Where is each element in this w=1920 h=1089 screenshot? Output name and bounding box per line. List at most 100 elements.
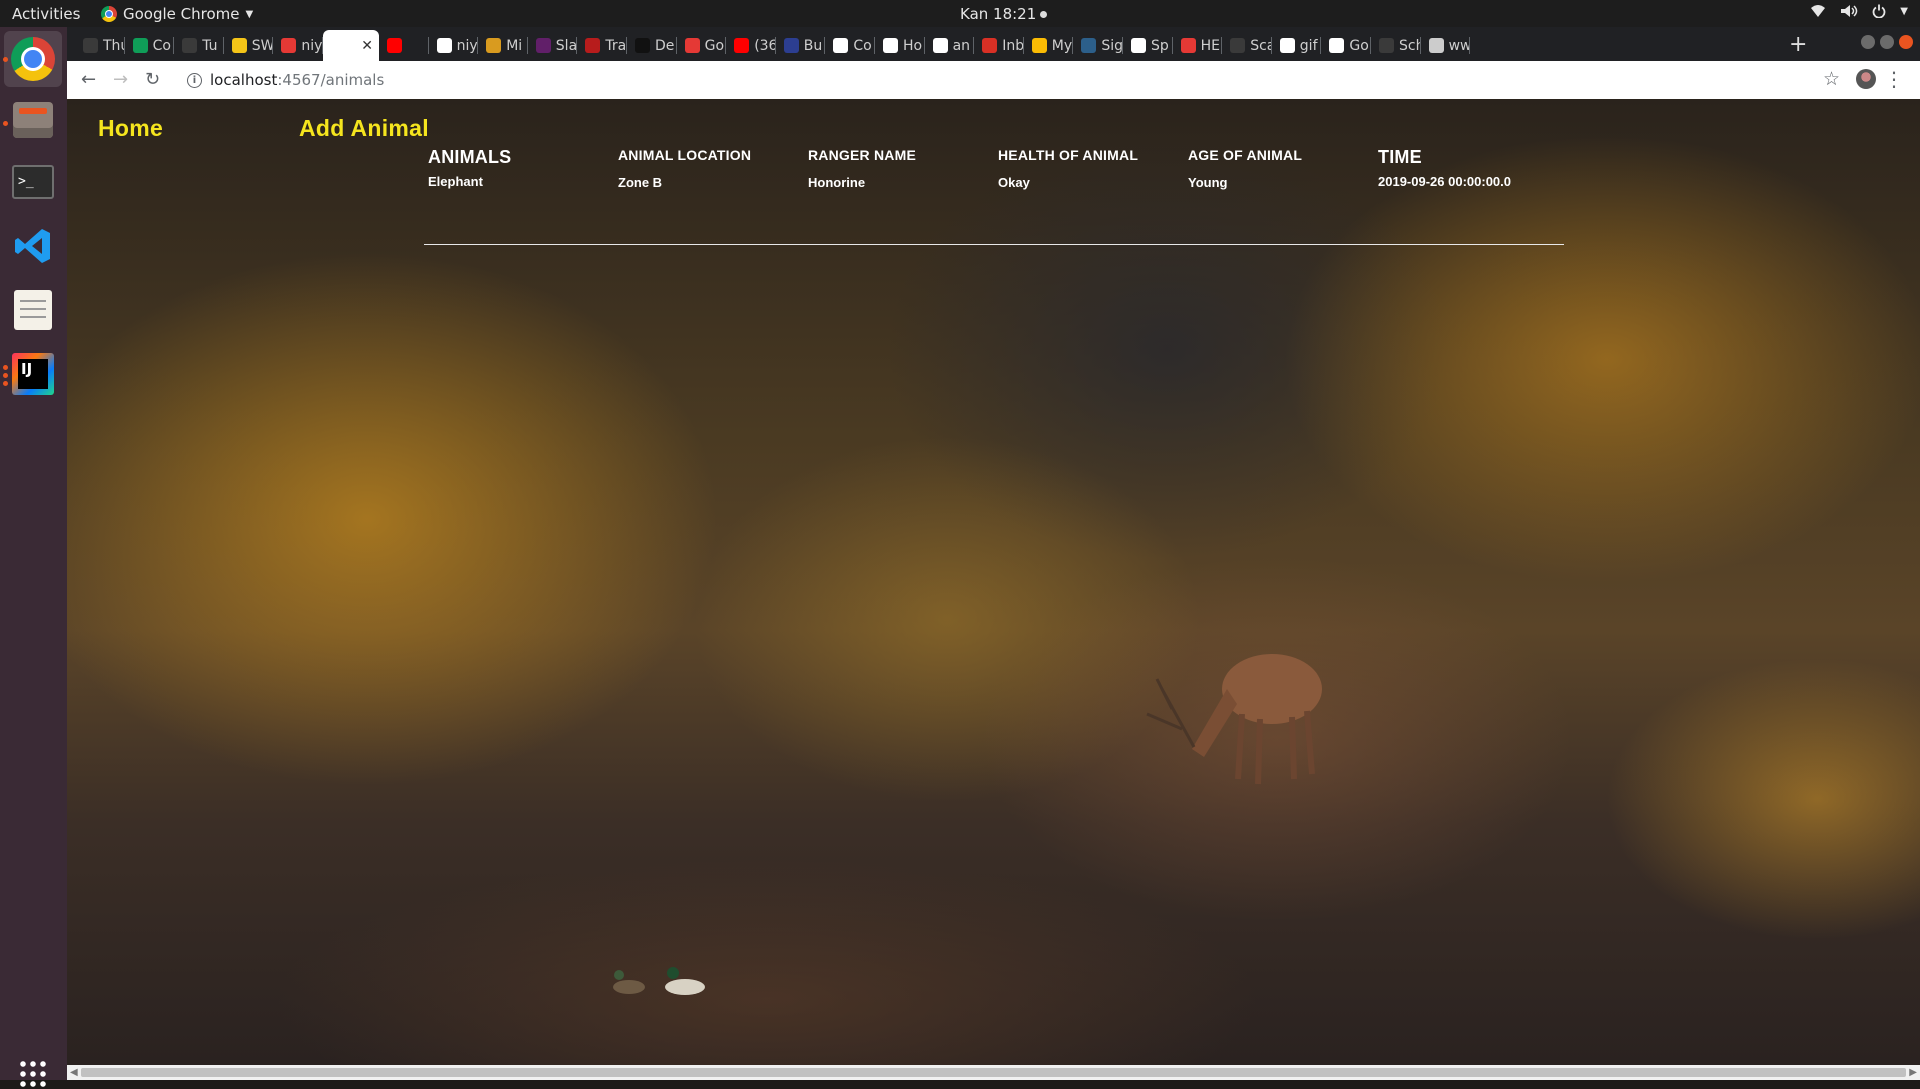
horizontal-scrollbar[interactable]: ◀ ▶ [67,1065,1920,1080]
favicon-icon [83,38,98,53]
chevron-down-icon: ▼ [1900,5,1908,17]
clock-label: Kan 18:21 [960,5,1037,23]
notification-dot-icon [1040,11,1048,18]
favicon-icon [932,38,948,53]
favicon-icon [1131,38,1146,53]
reload-button[interactable]: ↻ [145,69,160,90]
profile-avatar-icon[interactable] [1856,69,1876,89]
vscode-icon [13,226,53,266]
dock-files[interactable] [10,97,56,143]
tab-4[interactable]: niy [273,30,323,61]
tab-10[interactable]: Tra [577,30,627,61]
dock-text-editor[interactable] [10,287,56,333]
home-link[interactable]: Home [98,115,163,142]
scrollbar-thumb[interactable] [81,1068,1906,1077]
tab-5[interactable]: ✕ [323,30,379,61]
tab-0[interactable]: Thu [75,30,125,61]
tab-14[interactable]: Bu [776,30,826,61]
tab-15[interactable]: Co [825,30,875,61]
dock-intellij[interactable] [10,351,56,397]
tab-26[interactable]: Sch [1371,30,1421,61]
dock-terminal[interactable]: >_ [10,159,56,205]
tab-23[interactable]: Sca [1222,30,1272,61]
tab-1[interactable]: Co [125,30,175,61]
app-menu[interactable]: Google Chrome ▼ [101,5,253,23]
clock[interactable]: Kan 18:21 [960,5,1048,23]
minimize-button[interactable] [1861,35,1875,49]
maximize-button[interactable] [1880,35,1894,49]
tab-24[interactable]: gif [1272,30,1322,61]
favicon-icon [486,38,502,53]
menu-kebab-icon[interactable]: ⋮ [1884,67,1904,91]
favicon-icon [1329,38,1345,53]
new-tab-button[interactable]: + [1789,32,1807,57]
tab-12[interactable]: Go [677,30,727,61]
tab-label: Sla [555,37,578,54]
favicon-icon [535,38,551,53]
chevron-down-icon: ▼ [245,8,254,20]
tab-19[interactable]: My [1024,30,1074,61]
tab-label: Inb [1002,37,1024,54]
tab-2[interactable]: Tu [174,30,224,61]
wifi-icon [1811,5,1826,17]
tab-27[interactable]: ww [1421,30,1471,61]
running-indicator [3,373,8,378]
dock-chrome[interactable] [4,31,62,87]
favicon-icon [982,38,998,53]
column-value: Zone B [618,175,663,190]
dock: >_ [0,27,67,1089]
tab-label: an [952,37,971,54]
terminal-icon: >_ [12,165,54,199]
system-top-bar: Activities Google Chrome ▼ Kan 18:21 ▼ [0,0,1920,27]
tab-17[interactable]: an [925,30,975,61]
tab-label: Co [152,37,171,54]
activities-button[interactable]: Activities [12,5,80,23]
address-bar[interactable]: i localhost:4567/animals [187,71,384,89]
favicon-icon [1428,38,1444,53]
tab-13[interactable]: (36 [726,30,776,61]
tab-11[interactable]: De [627,30,677,61]
favicon-icon [231,38,247,53]
tab-strip: Thu Co Tu SW niy ✕ niy Mi Sla Tra De Go (36 Bu Co Ho an I… [67,27,1920,61]
tab-8[interactable]: Mi [478,30,528,61]
chrome-icon [101,6,117,22]
favicon-icon [1031,38,1047,53]
tab-3[interactable]: SW [224,30,274,61]
tab-label: Sch [1399,37,1421,54]
system-tray[interactable]: ▼ [1810,4,1908,18]
show-applications-icon[interactable] [18,1059,48,1089]
add-animal-link[interactable]: Add Animal [299,115,429,142]
favicon-icon [1230,38,1246,53]
tab-label: My [1051,37,1073,54]
tab-7[interactable]: niy [429,30,479,61]
tab-9[interactable]: Sla [528,30,578,61]
toolbar: ← → ↻ i localhost:4567/animals ☆ ⋮ [67,61,1920,100]
tab-16[interactable]: Ho [875,30,925,61]
tab-18[interactable]: Inb [974,30,1024,61]
dock-vscode[interactable] [10,223,56,269]
info-icon[interactable]: i [187,72,202,88]
column-header: HEALTH OF ANIMAL [998,147,1139,163]
tab-25[interactable]: Go [1321,30,1371,61]
tab-20[interactable]: Sig [1073,30,1123,61]
scroll-left-icon[interactable]: ◀ [70,1065,78,1080]
tab-label: HE [1200,37,1220,54]
chrome-icon [11,37,55,81]
tab-label: Go [704,37,725,54]
tab-label: De [655,37,675,54]
tab-21[interactable]: Sp [1123,30,1173,61]
back-button[interactable]: ← [81,69,96,90]
tab-label: Thu [103,37,125,54]
tab-22[interactable]: HE [1173,30,1223,61]
column-ranger-name: RANGER NAME Honorine [808,147,916,190]
tab-6[interactable] [379,30,429,61]
scroll-right-icon[interactable]: ▶ [1909,1065,1917,1080]
close-window-button[interactable] [1899,35,1913,49]
favicon-icon [387,38,402,53]
close-tab-icon[interactable]: ✕ [361,38,373,54]
tab-label: Sp [1151,37,1169,54]
bookmark-star-icon[interactable]: ☆ [1823,68,1840,90]
forward-button[interactable]: → [113,69,128,90]
favicon-icon [1379,38,1394,53]
column-age: AGE OF ANIMAL Young [1188,147,1302,190]
